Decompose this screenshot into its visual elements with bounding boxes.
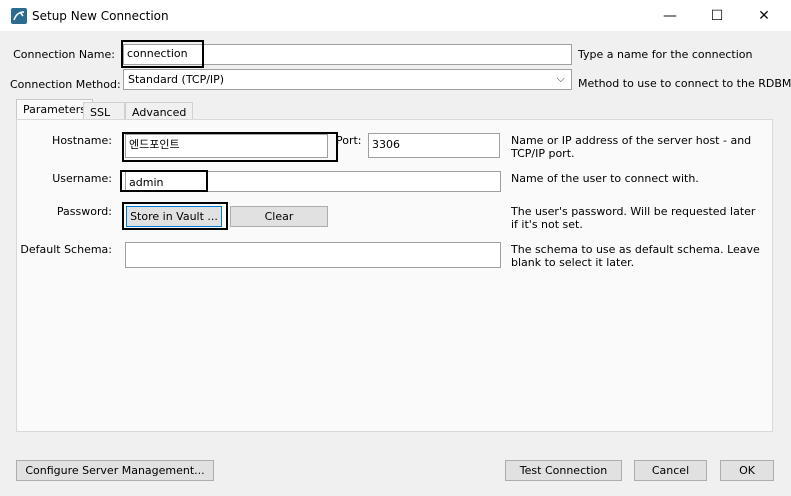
title-bar: Setup New Connection — ☐ ✕ — [0, 0, 791, 32]
minimize-button[interactable]: — — [647, 0, 693, 32]
close-icon: ✕ — [758, 8, 770, 24]
connection-name-label: Connection Name: — [13, 48, 115, 61]
hostname-input[interactable]: 엔드포인트 — [125, 134, 328, 158]
connection-method-help: Method to use to connect to the RDBMS — [578, 77, 791, 90]
chevron-down-icon: ⌵ — [556, 72, 565, 85]
hostname-help: Name or IP address of the server host - … — [511, 134, 752, 160]
minimize-icon: — — [663, 8, 677, 24]
password-help: The user's password. Will be requested l… — [511, 205, 756, 231]
port-input[interactable]: 3306 — [368, 133, 500, 158]
tab-parameters[interactable]: Parameters — [16, 99, 93, 121]
maximize-icon: ☐ — [710, 8, 724, 24]
connection-name-help: Type a name for the connection — [578, 48, 753, 61]
connection-name-input[interactable]: connection — [123, 44, 572, 65]
configure-server-management-button[interactable]: Configure Server Management... — [16, 460, 214, 481]
connection-method-label: Connection Method: — [10, 78, 121, 91]
ok-button[interactable]: OK — [720, 460, 774, 481]
test-connection-button[interactable]: Test Connection — [505, 460, 622, 481]
username-help: Name of the user to connect with. — [511, 172, 699, 185]
default-schema-input[interactable] — [125, 242, 501, 268]
connection-method-value: Standard (TCP/IP) — [128, 73, 225, 86]
maximize-button[interactable]: ☐ — [694, 0, 740, 32]
default-schema-help: The schema to use as default schema. Lea… — [511, 243, 760, 269]
port-label: Port: — [336, 134, 362, 147]
connection-method-select[interactable]: Standard (TCP/IP) ⌵ — [123, 69, 572, 90]
clear-password-button[interactable]: Clear — [230, 206, 328, 227]
parameters-panel — [16, 119, 773, 432]
store-in-vault-button[interactable]: Store in Vault ... — [126, 206, 222, 227]
username-input[interactable]: admin — [125, 171, 501, 192]
default-schema-label: Default Schema: — [20, 243, 112, 256]
mysql-workbench-icon — [11, 8, 27, 24]
window-title: Setup New Connection — [32, 9, 169, 23]
cancel-button[interactable]: Cancel — [634, 460, 707, 481]
password-label: Password: — [56, 205, 112, 218]
username-label: Username: — [52, 172, 112, 185]
close-button[interactable]: ✕ — [741, 0, 787, 32]
hostname-label: Hostname: — [52, 134, 112, 147]
